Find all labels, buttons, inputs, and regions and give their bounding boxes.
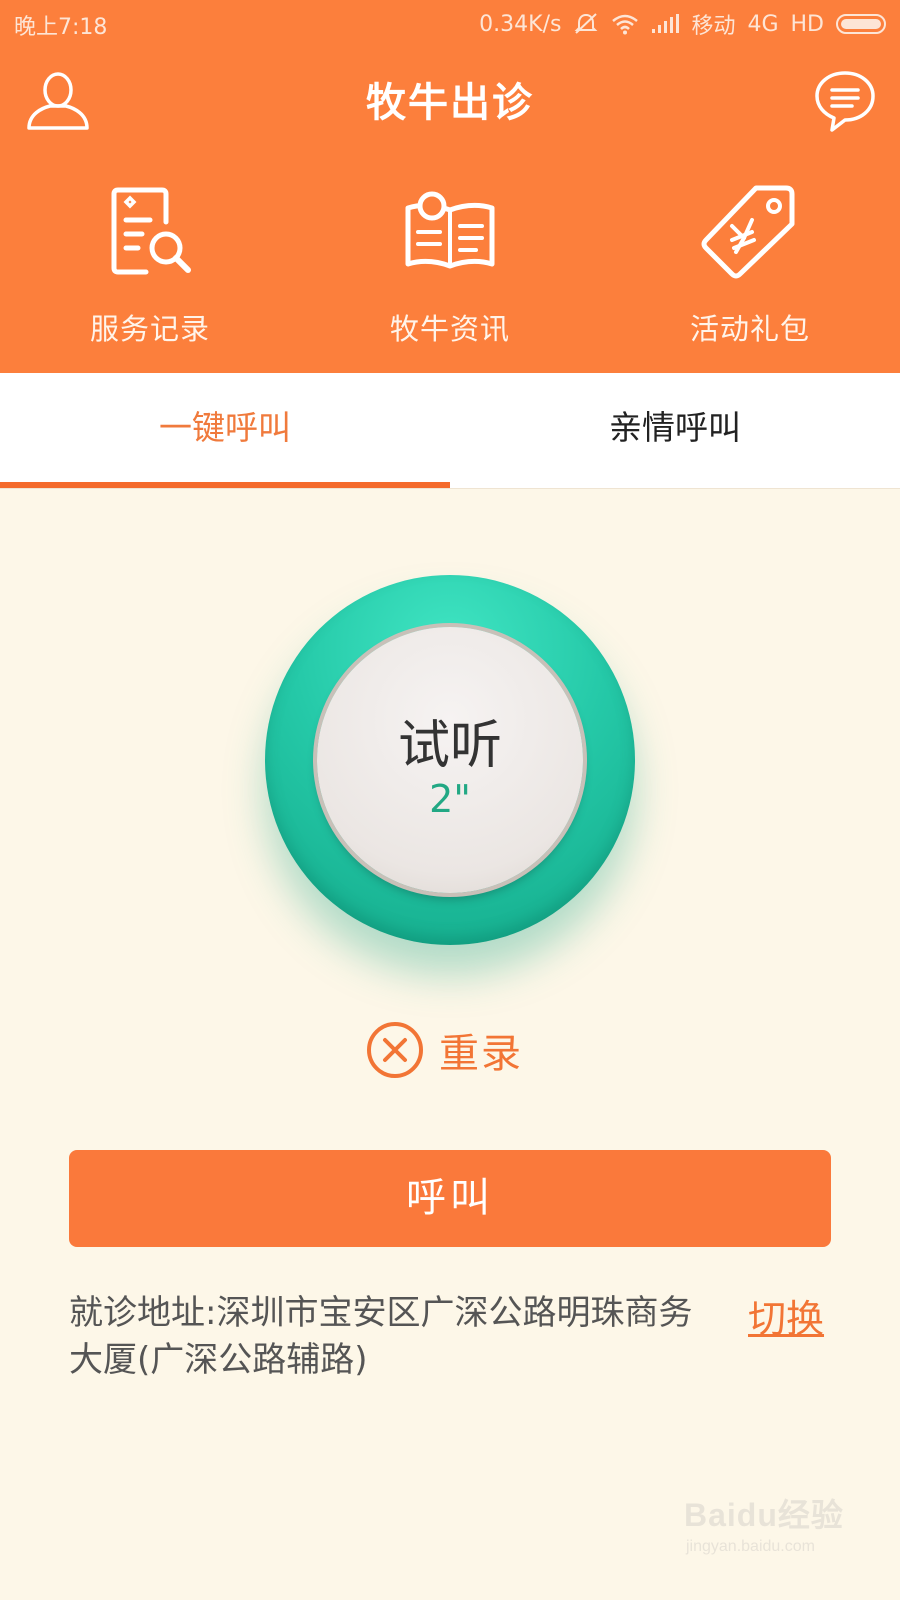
quick-item-label: 服务记录 <box>89 312 210 346</box>
hd-label: HD <box>790 11 824 37</box>
status-indicators: 0.34K/s 移动 4G HD <box>479 8 886 40</box>
quick-item-label: 活动礼包 <box>689 312 810 346</box>
status-time: 晚上7:18 <box>14 15 108 40</box>
battery-icon <box>836 14 886 34</box>
app-title: 牧牛出诊 <box>366 80 534 126</box>
mute-icon <box>573 12 599 36</box>
record-playback-button[interactable]: 试听 2" <box>265 575 635 945</box>
open-book-icon <box>405 191 495 269</box>
record-button-face: 试听 2" <box>317 627 583 893</box>
chat-bubble-icon <box>815 71 875 132</box>
tab-indicator <box>0 482 450 488</box>
switch-address-link[interactable]: 切换 <box>748 1288 824 1343</box>
carrier-label: 移动 <box>691 14 736 39</box>
rerecord-label: 重录 <box>439 1031 523 1077</box>
baidu-watermark: Baidu经验 jingyan.baidu.com <box>678 1478 858 1574</box>
header: 晚上7:18 0.34K/s 移动 4G HD 牧牛出诊 服务记录 牧牛资讯 活… <box>0 0 900 373</box>
watermark-logo: Baidu经验 <box>684 1497 844 1533</box>
network-speed: 0.34K/s <box>479 11 562 37</box>
signal-icon <box>651 14 680 34</box>
quick-item-gift[interactable]: 活动礼包 <box>600 180 900 350</box>
tab-one-key-call[interactable]: 一键呼叫 <box>0 373 450 488</box>
price-tag-icon <box>701 185 795 279</box>
clinic-address: 就诊地址:深圳市宝安区广深公路明珠商务大厦(广深公路辅路) <box>69 1293 693 1380</box>
call-tabs: 一键呼叫 亲情呼叫 <box>0 373 900 489</box>
call-button[interactable]: 呼叫 <box>69 1150 831 1247</box>
close-circle-icon <box>367 1022 423 1078</box>
watermark-url: jingyan.baidu.com <box>686 1538 815 1555</box>
message-button[interactable] <box>812 68 878 134</box>
rerecord-button[interactable]: 重录 <box>365 1018 523 1082</box>
playback-label: 试听 <box>397 716 502 776</box>
document-search-icon <box>111 187 191 275</box>
quick-item-label: 牧牛资讯 <box>389 312 510 346</box>
quick-item-service-records[interactable]: 服务记录 <box>0 180 300 350</box>
status-bar: 晚上7:18 0.34K/s 移动 4G HD <box>0 0 900 46</box>
network-type: 4G <box>747 11 779 37</box>
quick-item-news[interactable]: 牧牛资讯 <box>300 180 600 350</box>
recording-duration: 2" <box>429 777 471 821</box>
wifi-icon <box>611 13 639 35</box>
tab-family-call[interactable]: 亲情呼叫 <box>450 373 900 488</box>
